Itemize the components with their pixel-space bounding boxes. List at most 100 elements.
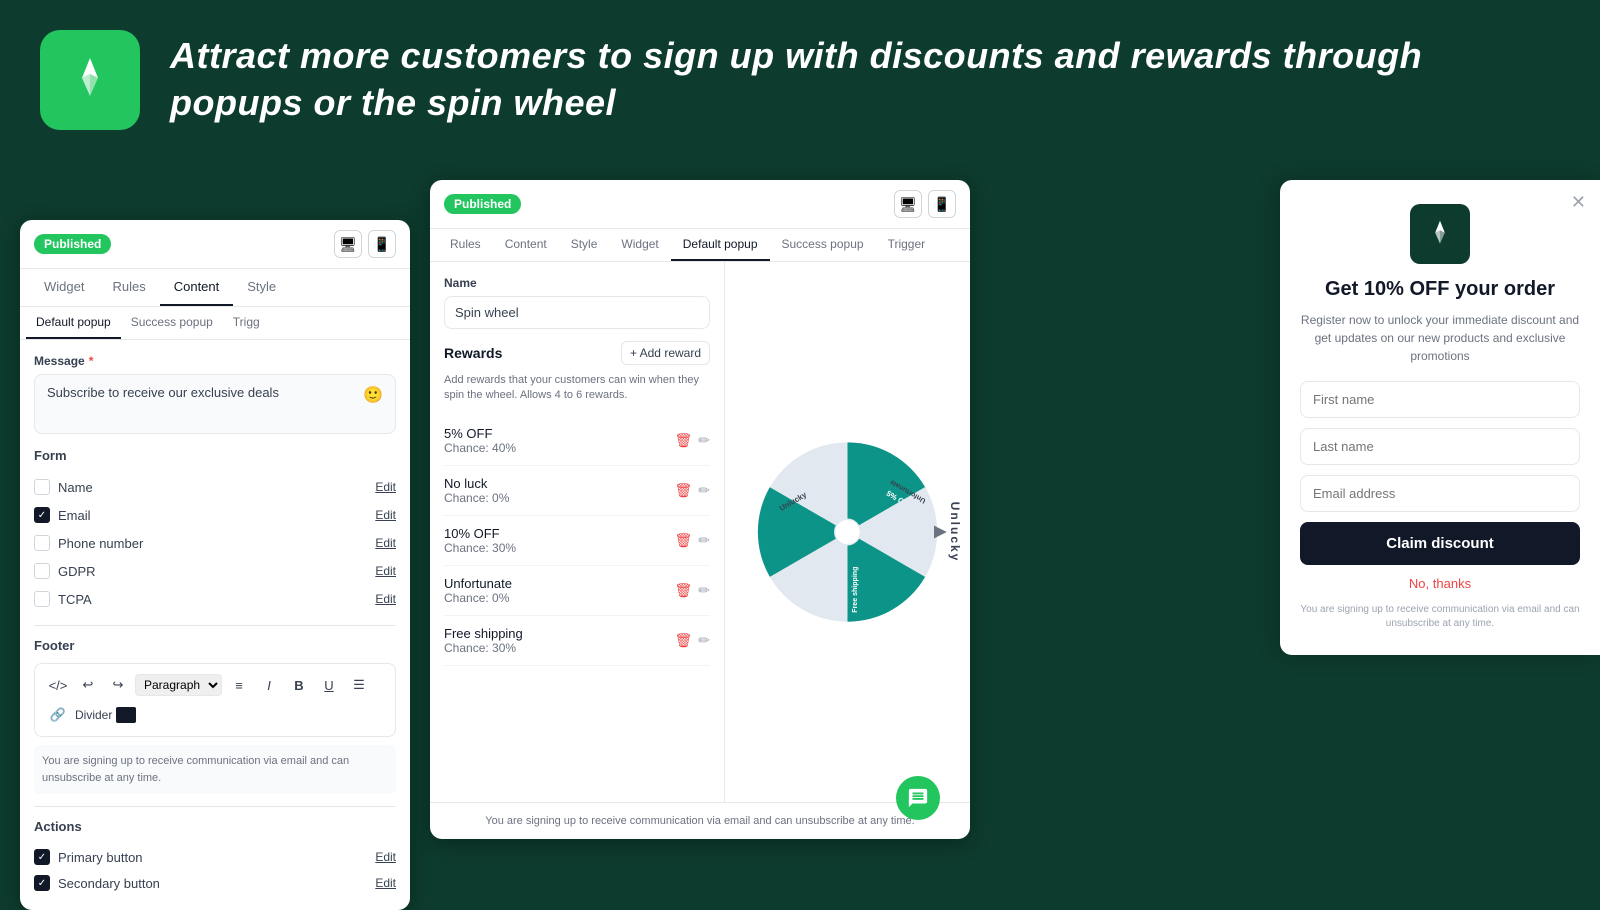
- middle-tab-style[interactable]: Style: [559, 229, 610, 261]
- reward-delete-4[interactable]: 🗑: [674, 582, 692, 599]
- name-input[interactable]: [444, 296, 710, 329]
- last-name-input[interactable]: [1300, 428, 1580, 465]
- spin-wheel-svg: 5% OFF No luck 10% OFF Unfortunate Free …: [745, 402, 950, 662]
- edit-name-link[interactable]: Edit: [375, 480, 396, 494]
- tab-content[interactable]: Content: [160, 269, 234, 306]
- edit-email-link[interactable]: Edit: [375, 508, 396, 522]
- message-box[interactable]: Subscribe to receive our exclusive deals…: [34, 374, 396, 434]
- reward-delete-1[interactable]: 🗑: [674, 432, 692, 449]
- reward-delete-5[interactable]: 🗑: [674, 632, 692, 649]
- middle-tab-widget[interactable]: Widget: [609, 229, 670, 261]
- reward-item-4: Unfortunate Chance: 0% 🗑 ✏: [444, 566, 710, 616]
- chat-icon: [907, 787, 929, 809]
- reward-edit-5[interactable]: ✏: [698, 632, 710, 649]
- left-subtabs-row: Default popup Success popup Trigg: [20, 307, 410, 340]
- middle-tab-success-popup[interactable]: Success popup: [770, 229, 876, 261]
- chat-bubble-button[interactable]: [896, 776, 940, 820]
- checkbox-gdpr[interactable]: [34, 563, 50, 579]
- middle-mobile-icon[interactable]: 📱: [928, 190, 956, 218]
- right-popup-panel: ✕ Get 10% OFF your order Register now to…: [1280, 180, 1600, 655]
- checkbox-tcpa[interactable]: [34, 591, 50, 607]
- form-item-gdpr-label: GDPR: [58, 564, 96, 579]
- reward-edit-2[interactable]: ✏: [698, 482, 710, 499]
- subtab-default-popup[interactable]: Default popup: [26, 307, 121, 339]
- wheel-container: 5% OFF No luck 10% OFF Unfortunate Free …: [725, 262, 970, 802]
- toolbar-underline-btn[interactable]: U: [316, 672, 342, 698]
- edit-secondary-btn-link[interactable]: Edit: [375, 876, 396, 890]
- reward-name-1: 5% OFF: [444, 426, 516, 441]
- toolbar-align-btn[interactable]: ≡: [226, 672, 252, 698]
- reward-name-3: 10% OFF: [444, 526, 516, 541]
- actions-section: Actions Primary button Edit Secondary bu…: [34, 819, 396, 896]
- action-secondary: Secondary button Edit: [34, 870, 396, 896]
- reward-item-1: 5% OFF Chance: 40% 🗑 ✏: [444, 416, 710, 466]
- toolbar-link-btn[interactable]: 🔗: [45, 702, 71, 728]
- reward-edit-4[interactable]: ✏: [698, 582, 710, 599]
- left-panel-header: Published 🖥 📱: [20, 220, 410, 269]
- svg-text:Free shipping: Free shipping: [852, 567, 859, 613]
- tab-rules[interactable]: Rules: [98, 269, 159, 306]
- mobile-icon-btn[interactable]: 📱: [368, 230, 396, 258]
- logo-icon: [60, 50, 120, 110]
- first-name-input[interactable]: [1300, 381, 1580, 418]
- popup-footer-text: You are signing up to receive communicat…: [1300, 603, 1580, 631]
- toolbar-undo-btn[interactable]: ↩: [75, 672, 101, 698]
- popup-close-button[interactable]: ✕: [1571, 192, 1586, 213]
- toolbar-code-btn[interactable]: </>: [45, 672, 71, 698]
- footer-section-title: Footer: [34, 638, 396, 653]
- middle-desktop-icon[interactable]: 🖥: [894, 190, 922, 218]
- middle-tab-content[interactable]: Content: [493, 229, 559, 261]
- checkbox-email[interactable]: [34, 507, 50, 523]
- middle-tab-default-popup[interactable]: Default popup: [671, 229, 770, 261]
- no-thanks-button[interactable]: No, thanks: [1300, 576, 1580, 591]
- subtab-success-popup[interactable]: Success popup: [121, 307, 223, 339]
- checkbox-secondary-btn[interactable]: [34, 875, 50, 891]
- toolbar-italic-btn[interactable]: I: [256, 672, 282, 698]
- message-label: Message *: [34, 354, 396, 368]
- form-item-name: Name Edit: [34, 473, 396, 501]
- toolbar-bold-btn[interactable]: B: [286, 672, 312, 698]
- middle-tabs-row: Rules Content Style Widget Default popup…: [430, 229, 970, 262]
- checkbox-name[interactable]: [34, 479, 50, 495]
- add-reward-button[interactable]: + Add reward: [621, 341, 710, 365]
- middle-panel-icons: 🖥 📱: [894, 190, 956, 218]
- edit-primary-btn-link[interactable]: Edit: [375, 850, 396, 864]
- middle-footer-text: You are signing up to receive communicat…: [430, 802, 970, 839]
- toolbar-redo-btn[interactable]: ↪: [105, 672, 131, 698]
- reward-name-2: No luck: [444, 476, 509, 491]
- subtab-trigger[interactable]: Trigg: [223, 307, 270, 339]
- reward-name-5: Free shipping: [444, 626, 523, 641]
- tab-widget[interactable]: Widget: [30, 269, 98, 306]
- reward-delete-3[interactable]: 🗑: [674, 532, 692, 549]
- toolbar-list-btn[interactable]: ☰: [346, 672, 372, 698]
- reward-edit-1[interactable]: ✏: [698, 432, 710, 449]
- name-field-label: Name: [444, 276, 710, 290]
- reward-edit-3[interactable]: ✏: [698, 532, 710, 549]
- desktop-icon-btn[interactable]: 🖥: [334, 230, 362, 258]
- tab-style[interactable]: Style: [233, 269, 290, 306]
- email-address-input[interactable]: [1300, 475, 1580, 512]
- edit-tcpa-link[interactable]: Edit: [375, 592, 396, 606]
- checkbox-phone[interactable]: [34, 535, 50, 551]
- toolbar-divider-label[interactable]: Divider: [75, 708, 112, 722]
- reward-item-2: No luck Chance: 0% 🗑 ✏: [444, 466, 710, 516]
- edit-phone-link[interactable]: Edit: [375, 536, 396, 550]
- reward-item-3: 10% OFF Chance: 30% 🗑 ✏: [444, 516, 710, 566]
- form-item-tcpa: TCPA Edit: [34, 585, 396, 613]
- actions-title: Actions: [34, 819, 396, 834]
- middle-tab-rules[interactable]: Rules: [438, 229, 493, 261]
- toolbar-color-picker[interactable]: [116, 707, 136, 723]
- reward-delete-2[interactable]: 🗑: [674, 482, 692, 499]
- popup-logo: [1410, 204, 1470, 264]
- claim-discount-button[interactable]: Claim discount: [1300, 522, 1580, 565]
- middle-tab-trigger[interactable]: Trigger: [876, 229, 938, 261]
- checkbox-primary-btn[interactable]: [34, 849, 50, 865]
- form-item-tcpa-label: TCPA: [58, 592, 92, 607]
- emoji-button[interactable]: 🙂: [363, 385, 383, 405]
- reward-chance-2: Chance: 0%: [444, 491, 509, 505]
- toolbar-paragraph-select[interactable]: Paragraph: [135, 674, 222, 696]
- edit-gdpr-link[interactable]: Edit: [375, 564, 396, 578]
- reward-name-4: Unfortunate: [444, 576, 512, 591]
- reward-chance-4: Chance: 0%: [444, 591, 512, 605]
- reward-chance-1: Chance: 40%: [444, 441, 516, 455]
